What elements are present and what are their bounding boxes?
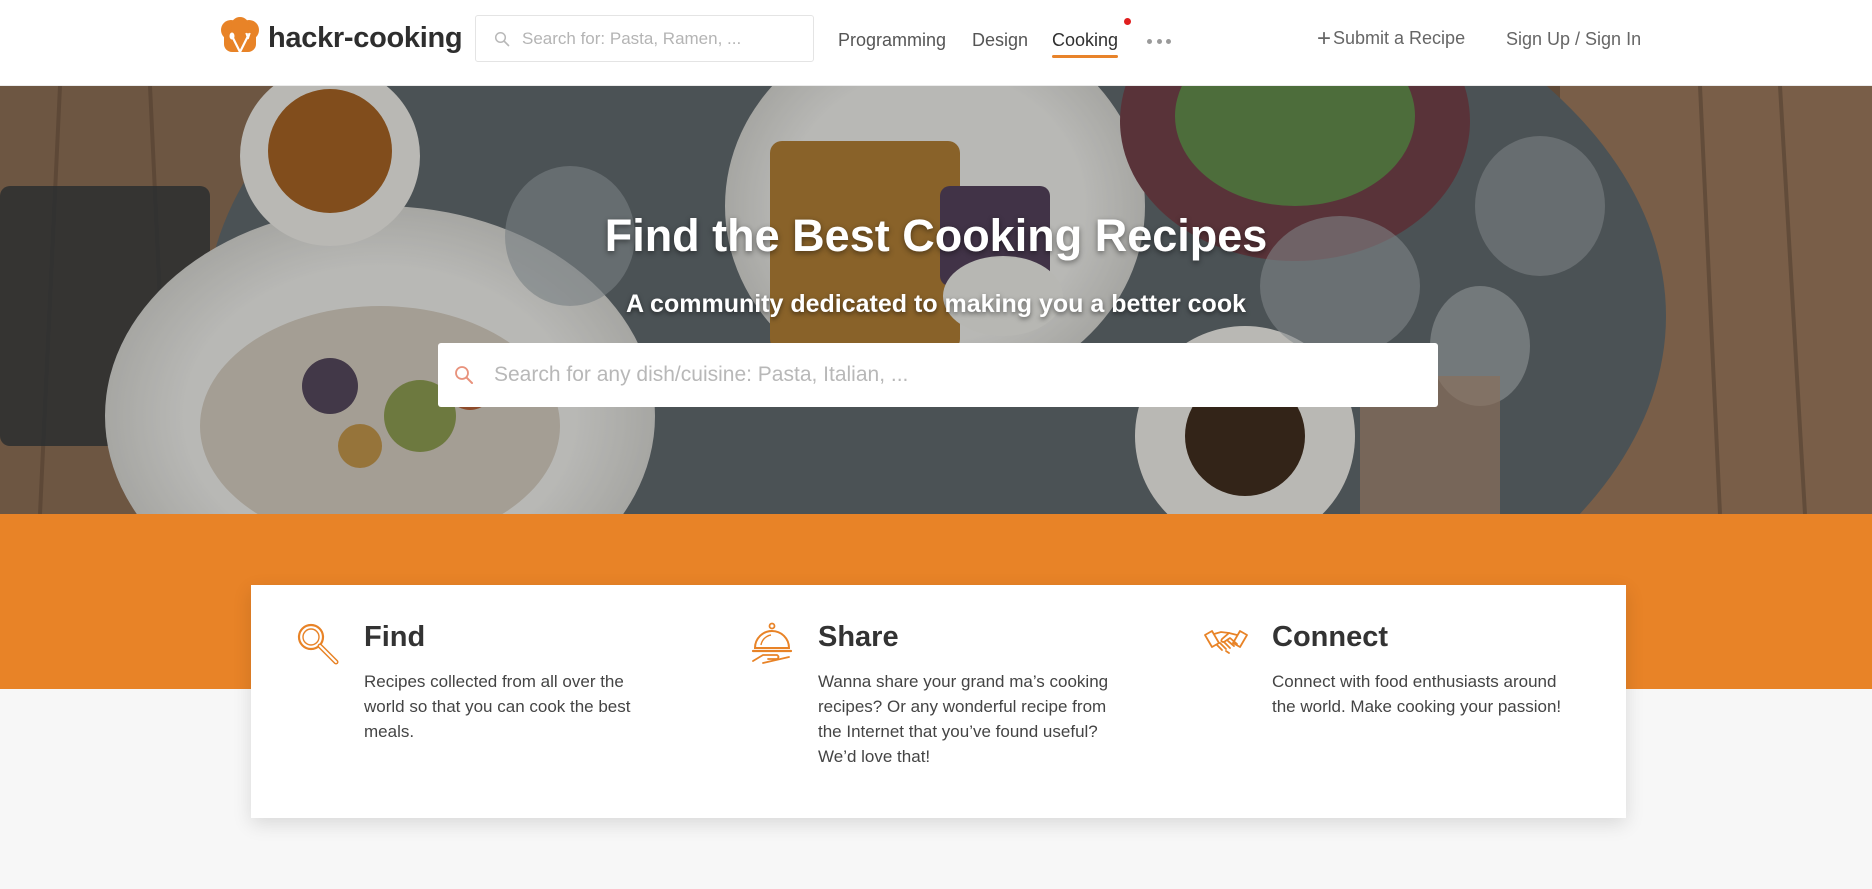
nav-cooking-label: Cooking [1052, 30, 1119, 50]
hero-banner: Find the Best Cooking Recipes A communit… [0, 86, 1872, 514]
feature-title: Share [818, 621, 899, 653]
feature-text: Wanna share your grand ma’s cooking reci… [818, 672, 1109, 766]
feature-text: Connect with food enthusiasts around the… [1272, 672, 1562, 716]
chef-hat-logo-icon [221, 17, 259, 58]
hero-title: Find the Best Cooking Recipes [604, 210, 1268, 261]
sign-in-link[interactable]: Sign Up / Sign In [1506, 29, 1641, 50]
submit-recipe-link[interactable]: + Submit a Recipe [1317, 24, 1466, 52]
nav-cooking[interactable]: Cooking [1052, 30, 1119, 58]
feature-share: Share Wanna share your grand ma’s cookin… [705, 585, 1160, 818]
logo-text: hackr-cooking [268, 21, 463, 54]
hero-subtitle: A community dedicated to making you a be… [625, 290, 1247, 318]
submit-recipe-label: Submit a Recipe [1333, 28, 1466, 48]
header-search-box[interactable] [475, 15, 814, 62]
feature-title: Connect [1272, 621, 1388, 653]
handshake-icon [1204, 630, 1248, 654]
nav-programming[interactable]: Programming [838, 30, 946, 51]
feature-find: Find Recipes collected from all over the… [251, 585, 706, 818]
feature-title: Find [364, 621, 426, 653]
plus-icon: + [1317, 24, 1332, 52]
magnifier-icon [297, 623, 339, 665]
features-card: Find Recipes collected from all over the… [251, 585, 1626, 818]
logo[interactable]: hackr-cooking [218, 16, 463, 60]
hero-search-input[interactable] [494, 363, 1414, 387]
active-tab-underline [1052, 55, 1119, 58]
search-icon [455, 366, 473, 384]
more-menu-icon[interactable] [1147, 30, 1171, 52]
top-navbar: hackr-cooking Programming Design Cooking… [0, 0, 1872, 86]
hero-search-box[interactable] [438, 343, 1438, 407]
feature-connect: Connect Connect with food enthusiasts ar… [1159, 585, 1626, 818]
cloche-icon [751, 622, 793, 664]
header-search-input[interactable] [522, 28, 792, 49]
nav-design[interactable]: Design [972, 30, 1028, 51]
feature-text: Recipes collected from all over the worl… [364, 672, 631, 741]
search-icon [494, 31, 510, 46]
notification-dot [1124, 18, 1131, 25]
